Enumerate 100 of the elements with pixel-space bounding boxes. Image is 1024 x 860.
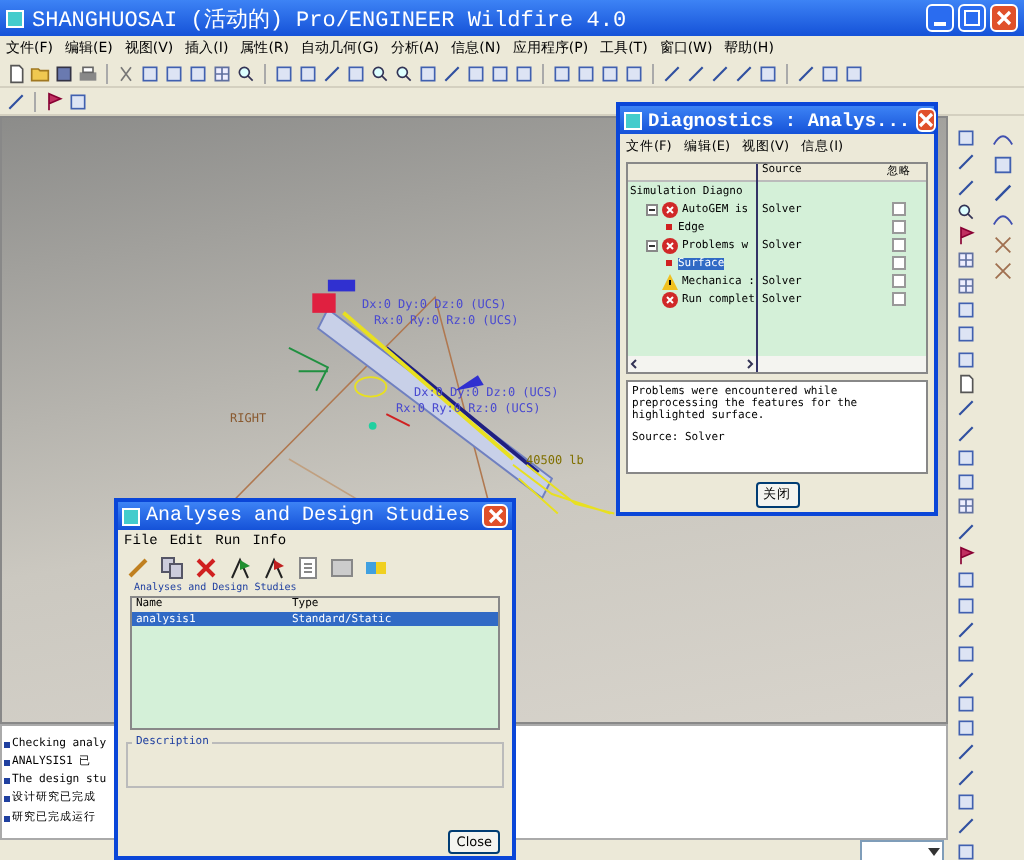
collapse-icon[interactable] <box>646 203 658 215</box>
square-icon[interactable] <box>844 63 864 83</box>
page-icon[interactable] <box>6 63 26 83</box>
scrollbar[interactable] <box>758 356 926 372</box>
window-title: Diagnostics : Analys... <box>648 109 911 131</box>
square-icon[interactable] <box>624 63 644 83</box>
line-icon[interactable] <box>734 63 754 83</box>
scroll-left-icon[interactable] <box>628 356 640 372</box>
square-icon[interactable] <box>330 556 354 580</box>
magnifier-icon[interactable] <box>236 63 256 83</box>
square-icon[interactable] <box>298 63 318 83</box>
checkbox[interactable] <box>892 238 906 252</box>
line-icon[interactable] <box>955 521 975 542</box>
list-icon[interactable] <box>296 556 320 580</box>
window-title: SHANGHUOSAI (活动的) Pro/ENGINEER Wildfire 4.0 <box>32 6 629 33</box>
square-icon[interactable] <box>992 154 1014 177</box>
square-icon[interactable] <box>758 63 778 83</box>
grid-icon[interactable] <box>955 275 975 296</box>
square-icon[interactable] <box>955 595 975 616</box>
scrollbar[interactable] <box>628 356 756 372</box>
checkbox[interactable] <box>892 202 906 216</box>
page-icon[interactable] <box>955 373 975 394</box>
square-icon[interactable] <box>955 693 975 714</box>
square-icon[interactable] <box>955 644 975 665</box>
line-icon[interactable] <box>955 177 975 198</box>
close-icon <box>996 10 1012 26</box>
square-icon[interactable] <box>274 63 294 83</box>
square-icon[interactable] <box>955 718 975 739</box>
square-icon[interactable] <box>955 128 975 148</box>
square-icon[interactable] <box>955 324 975 345</box>
line-icon[interactable] <box>442 63 462 83</box>
scroll-right-icon[interactable] <box>744 356 756 372</box>
line-icon[interactable] <box>710 63 730 83</box>
flag-icon[interactable] <box>262 556 286 580</box>
checkbox[interactable] <box>892 220 906 234</box>
square-icon[interactable] <box>466 63 486 83</box>
line-icon[interactable] <box>686 63 706 83</box>
square-icon[interactable] <box>164 63 184 83</box>
checkbox[interactable] <box>892 292 906 306</box>
grid-icon[interactable] <box>955 250 975 271</box>
square-icon[interactable] <box>955 472 975 493</box>
flag-icon[interactable] <box>44 91 64 111</box>
line-icon[interactable] <box>955 398 975 419</box>
square-icon[interactable] <box>418 63 438 83</box>
square-icon[interactable] <box>490 63 510 83</box>
flag-icon[interactable] <box>955 546 975 567</box>
minimize-button[interactable] <box>926 4 954 32</box>
line-icon[interactable] <box>955 619 975 640</box>
square-icon[interactable] <box>600 63 620 83</box>
square-icon[interactable] <box>955 792 975 813</box>
square-icon[interactable] <box>955 841 975 860</box>
line-icon[interactable] <box>955 152 975 173</box>
grid-icon[interactable] <box>212 63 232 83</box>
magnifier-icon[interactable] <box>370 63 390 83</box>
close-button[interactable] <box>916 108 937 132</box>
line-icon[interactable] <box>6 91 26 111</box>
grid-icon[interactable] <box>955 496 975 517</box>
pencil-icon[interactable] <box>126 556 150 580</box>
line-icon[interactable] <box>955 742 975 763</box>
magnifier-icon[interactable] <box>394 63 414 83</box>
cross-icon[interactable] <box>992 260 1014 283</box>
checkbox[interactable] <box>892 256 906 270</box>
window-icon <box>122 507 140 525</box>
flag-icon[interactable] <box>955 226 975 247</box>
line-icon[interactable] <box>662 63 682 83</box>
flag-icon[interactable] <box>228 556 252 580</box>
square-icon[interactable] <box>346 63 366 83</box>
magnifier-icon[interactable] <box>955 201 975 222</box>
printer-icon[interactable] <box>78 63 98 83</box>
collapse-icon[interactable] <box>646 239 658 251</box>
square-icon[interactable] <box>955 447 975 468</box>
square-icon[interactable] <box>820 63 840 83</box>
line-icon[interactable] <box>955 767 975 788</box>
close-button[interactable] <box>482 504 508 528</box>
maximize-button[interactable] <box>958 4 986 32</box>
square-icon[interactable] <box>68 91 88 111</box>
line-icon[interactable] <box>322 63 342 83</box>
square-icon[interactable] <box>955 570 975 591</box>
delete-icon[interactable] <box>194 556 218 580</box>
error-icon <box>662 237 678 253</box>
square-icon[interactable] <box>576 63 596 83</box>
line-icon[interactable] <box>955 669 975 690</box>
square-icon[interactable] <box>188 63 208 83</box>
square-icon[interactable] <box>955 349 975 370</box>
maximize-icon <box>964 10 980 26</box>
square-icon[interactable] <box>514 63 534 83</box>
checkbox[interactable] <box>892 274 906 288</box>
square-icon[interactable] <box>552 63 572 83</box>
close-button[interactable] <box>990 4 1018 32</box>
copy-icon[interactable] <box>160 556 184 580</box>
bullet-icon <box>4 815 10 821</box>
line-icon[interactable] <box>955 423 975 444</box>
cross-icon[interactable] <box>992 234 1014 257</box>
square-icon[interactable] <box>955 300 975 321</box>
filter-dropdown[interactable] <box>860 840 944 860</box>
square-icon[interactable] <box>140 63 160 83</box>
line-icon[interactable] <box>796 63 816 83</box>
line-icon[interactable] <box>955 816 975 837</box>
warning-icon <box>662 273 678 289</box>
line-icon[interactable] <box>992 181 1014 204</box>
